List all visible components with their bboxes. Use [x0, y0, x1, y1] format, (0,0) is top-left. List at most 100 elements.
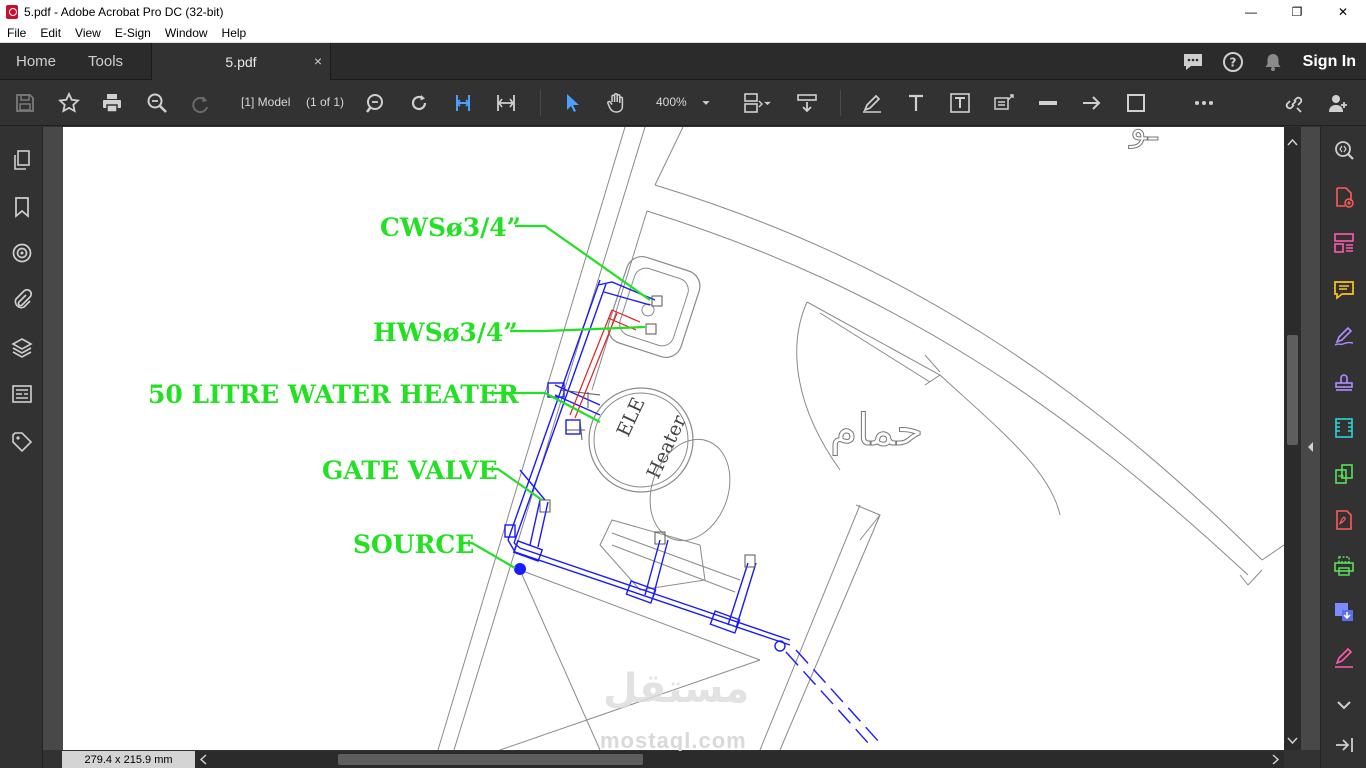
window-title: 5.pdf - Adobe Acrobat Pro DC (32-bit): [24, 4, 224, 19]
page-display-dropdown-icon[interactable]: [760, 89, 774, 117]
comment-tool-icon[interactable]: [1331, 277, 1357, 303]
room-label: حمام: [830, 405, 923, 456]
tab-document[interactable]: 5.pdf ×: [151, 43, 331, 80]
source-point: [514, 563, 526, 575]
text-callout-icon[interactable]: [990, 89, 1018, 117]
menu-view[interactable]: View: [68, 26, 108, 40]
tab-bar: Home Tools 5.pdf × ? Sign In: [0, 43, 1366, 80]
sign-tool-icon[interactable]: [1331, 645, 1357, 671]
acrobat-app-icon: [6, 4, 18, 19]
highlight-pen-icon[interactable]: [858, 89, 886, 117]
restore-button[interactable]: ❐: [1274, 0, 1320, 23]
text-box-icon[interactable]: [946, 89, 974, 117]
watermark-arabic: مستقل: [603, 667, 750, 711]
export-pdf-icon[interactable]: [1331, 507, 1357, 533]
scroll-up-icon[interactable]: [1284, 135, 1301, 149]
bookmarks-icon[interactable]: [9, 194, 35, 220]
send-for-review-icon[interactable]: [1331, 599, 1357, 625]
add-text-icon[interactable]: [902, 89, 930, 117]
page-count: (1 of 1): [306, 95, 345, 109]
notification-bell-icon[interactable]: [1253, 43, 1293, 80]
scroll-mode-icon[interactable]: [793, 89, 821, 117]
save-icon[interactable]: [11, 89, 39, 117]
layers-target-icon[interactable]: [9, 240, 35, 266]
page-thumbnails-icon[interactable]: [9, 147, 35, 173]
more-tools-down-chevron-icon[interactable]: [1331, 692, 1357, 718]
fill-sign-icon[interactable]: [1331, 323, 1357, 349]
zoom-dropdown-chevron-icon[interactable]: [696, 89, 716, 117]
label-water-heater: 50 LITRE WATER HEATER: [148, 380, 519, 409]
rich-media-icon[interactable]: [1331, 415, 1357, 441]
main-toolbar: [1] Model (1 of 1) 400%: [0, 80, 1366, 126]
search-tools-icon[interactable]: [1331, 137, 1357, 163]
share-link-icon[interactable]: [1280, 89, 1308, 117]
redo-icon[interactable]: [187, 89, 215, 117]
organize-pages-icon[interactable]: [1331, 230, 1357, 256]
scroll-left-icon[interactable]: [197, 751, 211, 768]
tag-icon[interactable]: [9, 429, 35, 455]
close-window-button[interactable]: ✕: [1320, 0, 1366, 23]
scroll-down-icon[interactable]: [1284, 734, 1301, 748]
minimize-button[interactable]: —: [1228, 0, 1274, 23]
label-source: SOURCE: [353, 530, 474, 559]
help-icon[interactable]: ?: [1213, 43, 1253, 80]
window-title-bar: 5.pdf - Adobe Acrobat Pro DC (32-bit) — …: [0, 0, 1366, 23]
menu-bar: File Edit View E-Sign Window Help: [0, 23, 1366, 43]
document-tab-label: 5.pdf: [225, 53, 257, 70]
menu-edit[interactable]: Edit: [33, 26, 68, 40]
menu-file[interactable]: File: [0, 26, 33, 40]
fit-page-icon[interactable]: [492, 89, 520, 117]
fit-width-icon[interactable]: [449, 89, 477, 117]
compare-files-icon[interactable]: [1331, 461, 1357, 487]
line-tool-icon[interactable]: [1034, 89, 1062, 117]
left-navigation-panel: [0, 127, 43, 768]
menu-window[interactable]: Window: [158, 26, 215, 40]
vertical-scrollbar[interactable]: [1284, 127, 1301, 750]
rotate-icon[interactable]: [405, 89, 433, 117]
arrow-tool-icon[interactable]: [1078, 89, 1106, 117]
select-cursor-icon[interactable]: [558, 89, 586, 117]
svg-text:?: ?: [1229, 55, 1236, 69]
print-icon[interactable]: [98, 89, 126, 117]
create-pdf-icon[interactable]: [1331, 184, 1357, 210]
right-panel-collapse-icon[interactable]: [1306, 440, 1314, 454]
label-gate-valve: GATE VALVE: [322, 456, 498, 485]
bookmark-star-icon[interactable]: [55, 89, 83, 117]
page-label[interactable]: [1] Model: [241, 95, 290, 109]
print-production-icon[interactable]: [1331, 553, 1357, 579]
hand-tool-icon[interactable]: [602, 89, 630, 117]
model-tree-icon[interactable]: [9, 381, 35, 407]
scroll-right-icon[interactable]: [1268, 751, 1282, 768]
vertical-scroll-thumb[interactable]: [1287, 335, 1298, 445]
toolbar-separator: [840, 90, 841, 116]
menu-help[interactable]: Help: [215, 26, 254, 40]
add-user-icon[interactable]: [1324, 89, 1352, 117]
attachments-icon[interactable]: [9, 286, 35, 312]
comment-icon[interactable]: [1173, 43, 1213, 80]
menu-esign[interactable]: E-Sign: [108, 26, 158, 40]
tab-tools[interactable]: Tools: [72, 43, 139, 80]
tab-home[interactable]: Home: [0, 43, 72, 80]
horizontal-scrollbar[interactable]: [195, 751, 1284, 768]
stamp-icon[interactable]: [1331, 369, 1357, 395]
layers-icon[interactable]: [9, 335, 35, 361]
right-tools-panel: [1320, 127, 1366, 768]
document-viewport[interactable]: ELE Heater حمام ـو CWSø3/4” HWSø3/4” 50 …: [43, 127, 1320, 750]
room-label-top: ـو: [1128, 127, 1159, 149]
toolbar-separator: [540, 90, 541, 116]
zoom-level[interactable]: 400%: [656, 95, 687, 109]
heater-text-heater: Heater: [643, 411, 692, 482]
more-tools-icon[interactable]: [1190, 89, 1218, 117]
sign-in-button[interactable]: Sign In: [1293, 53, 1366, 71]
close-tab-button[interactable]: ×: [314, 53, 322, 69]
pdf-page: ELE Heater حمام ـو CWSø3/4” HWSø3/4” 50 …: [63, 127, 1284, 750]
rectangle-tool-icon[interactable]: [1122, 89, 1150, 117]
zoom-out-search-icon[interactable]: [143, 89, 171, 117]
label-cws: CWSø3/4”: [380, 213, 521, 242]
collapse-tools-panel-icon[interactable]: [1331, 732, 1357, 758]
horizontal-scroll-thumb[interactable]: [338, 754, 643, 765]
cad-drawing: ELE Heater حمام ـو CWSø3/4” HWSø3/4” 50 …: [148, 127, 1284, 750]
zoom-in-icon[interactable]: [361, 89, 389, 117]
page-size-indicator: 279.4 x 215.9 mm: [62, 751, 195, 768]
label-hws: HWSø3/4”: [373, 318, 518, 347]
